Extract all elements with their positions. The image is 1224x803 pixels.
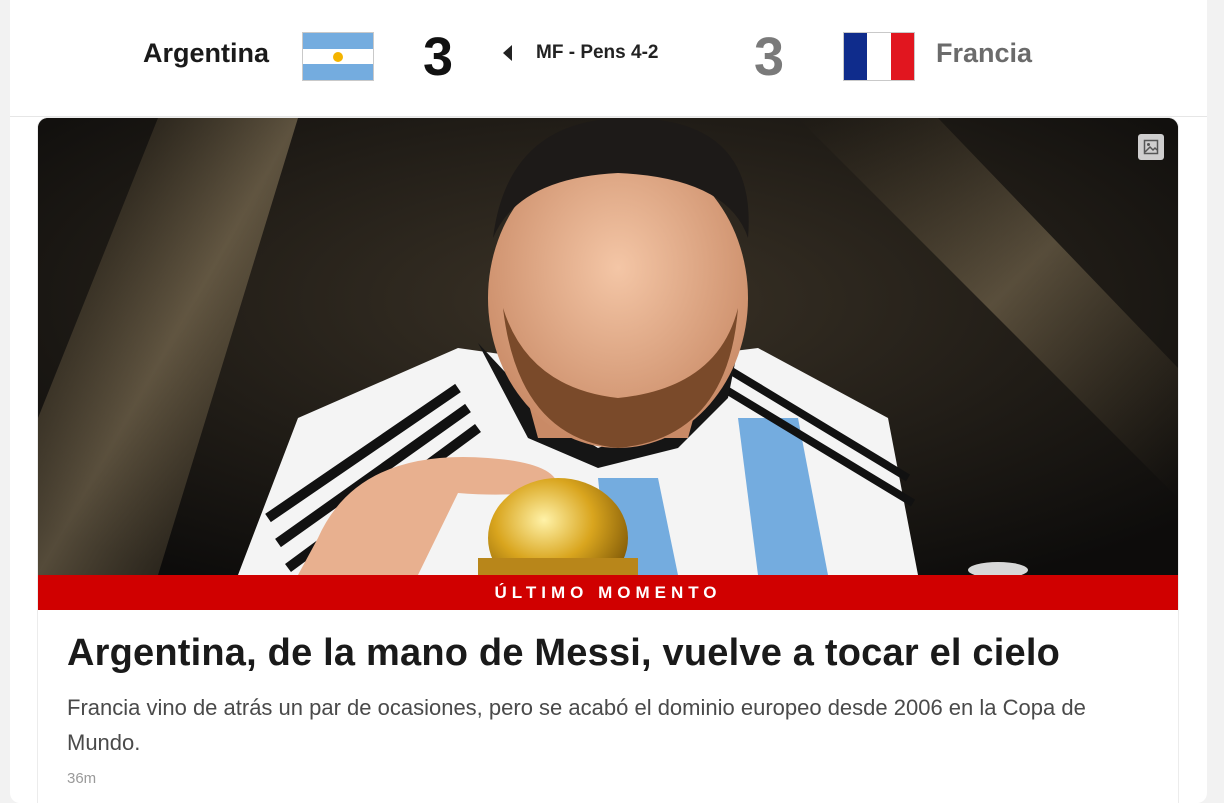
argentina-flag-icon — [303, 33, 373, 80]
featured-article[interactable]: ÚLTIMO MOMENTO Argentina, de la mano de … — [38, 118, 1178, 803]
article-photo[interactable] — [38, 118, 1178, 575]
away-team-name[interactable]: Francia — [936, 37, 1032, 69]
away-score: 3 — [754, 27, 785, 87]
caret-left-icon[interactable] — [503, 45, 512, 61]
match-status[interactable]: MF - Pens 4-2 — [503, 42, 658, 64]
home-team-name[interactable]: Argentina — [143, 37, 269, 69]
breaking-news-banner: ÚLTIMO MOMENTO — [38, 575, 1178, 610]
match-status-text: MF - Pens 4-2 — [536, 42, 659, 63]
france-flag-icon — [844, 33, 914, 80]
scoreboard[interactable]: Argentina 3 MF - Pens 4-2 3 Francia — [10, 0, 1207, 117]
article-summary: Francia vino de atrás un par de ocasione… — [67, 695, 1086, 755]
article-timestamp: 36m — [67, 770, 97, 787]
image-gallery-icon[interactable] — [1138, 134, 1164, 160]
messi-trophy-photo — [38, 118, 1178, 575]
home-score: 3 — [423, 27, 454, 87]
article-headline[interactable]: Argentina, de la mano de Messi, vuelve a… — [67, 630, 1060, 676]
page-card: Argentina 3 MF - Pens 4-2 3 Francia ÚLTI… — [10, 0, 1207, 803]
